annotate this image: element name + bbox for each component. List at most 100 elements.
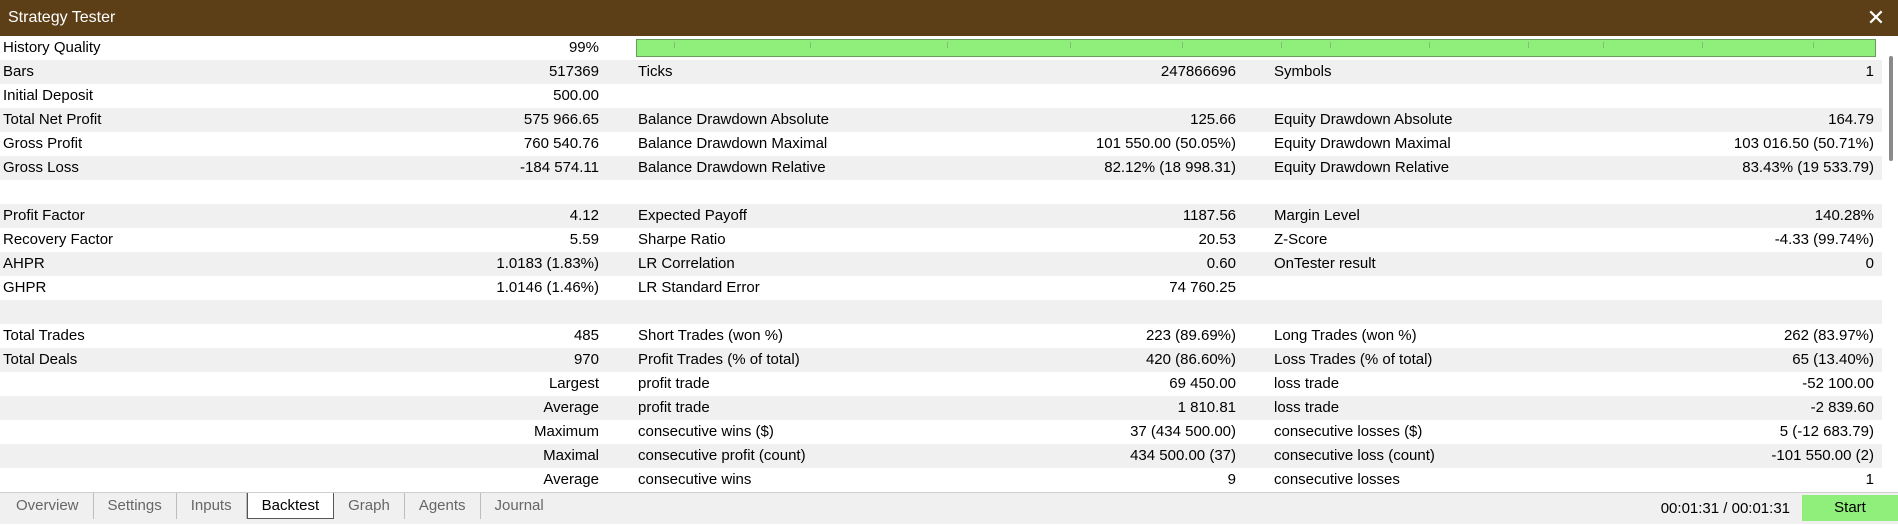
quality-tick xyxy=(1429,42,1431,48)
row-value: 575 966.65 xyxy=(523,111,599,128)
table-row: GHPR 1.0146 (1.46%) LR Standard Error 74 76… xyxy=(0,276,1882,300)
table-row: Gross Loss -184 574.11 Balance Drawdown Re… xyxy=(0,156,1882,180)
row-value: 140.28% xyxy=(1814,207,1874,224)
row-value: 37 (434 500.00) xyxy=(1130,423,1236,440)
row-label: LR Correlation xyxy=(638,255,735,272)
row-value: 223 (89.69%) xyxy=(1145,327,1236,344)
row-label: Total Trades xyxy=(3,327,85,344)
row-label: Profit Trades (% of total) xyxy=(638,351,800,368)
row-value: -52 100.00 xyxy=(1802,375,1874,392)
history-quality-row: History Quality 99% xyxy=(0,36,1882,60)
backtest-results: History Quality 99% Bars 517369 Ticks 24786… xyxy=(0,36,1882,492)
row-value: 69 450.00 xyxy=(1169,375,1236,392)
row-value: 0.60 xyxy=(1206,255,1236,272)
row-label: Loss Trades (% of total) xyxy=(1274,351,1433,368)
row-label: Long Trades (won %) xyxy=(1274,327,1417,344)
row-label: Balance Drawdown Maximal xyxy=(638,135,828,152)
table-row: Gross Profit 760 540.76 Balance Drawdown M… xyxy=(0,132,1882,156)
row-label: OnTester result xyxy=(1274,255,1376,272)
close-icon[interactable]: ✕ xyxy=(1864,6,1888,30)
table-row: Total Deals 970 Profit Trades (% of total)… xyxy=(0,348,1882,372)
row-value: 1 xyxy=(1865,471,1874,488)
row-label: loss trade xyxy=(1274,375,1340,392)
row-label: Gross Profit xyxy=(3,135,83,152)
row-value: -2 839.60 xyxy=(1810,399,1874,416)
tab-agents[interactable]: Agents xyxy=(405,493,481,519)
row-value: Maximal xyxy=(543,447,599,464)
row-label: consecutive wins xyxy=(638,471,752,488)
table-row: Largest profit trade 69 450.00 loss trade -5… xyxy=(0,372,1882,396)
row-value: Average xyxy=(543,399,599,416)
table-row xyxy=(0,300,1882,324)
quality-tick xyxy=(946,42,948,48)
quality-tick xyxy=(1701,42,1703,48)
row-label: Bars xyxy=(3,63,34,80)
tab-graph[interactable]: Graph xyxy=(334,493,405,519)
row-label: Ticks xyxy=(638,63,673,80)
table-row: AHPR 1.0183 (1.83%) LR Correlation 0.60 OnTe… xyxy=(0,252,1882,276)
table-row: Initial Deposit 500.00 xyxy=(0,84,1882,108)
row-label: Gross Loss xyxy=(3,159,79,176)
row-value: 164.79 xyxy=(1828,111,1874,128)
row-value: 5.59 xyxy=(569,231,599,248)
row-label: profit trade xyxy=(638,399,710,416)
quality-tick xyxy=(1813,42,1815,48)
row-label: Equity Drawdown Absolute xyxy=(1274,111,1453,128)
row-value: -184 574.11 xyxy=(520,159,599,176)
scrollbar-thumb[interactable] xyxy=(1889,56,1893,161)
row-label: consecutive wins ($) xyxy=(638,423,774,440)
row-value: Maximum xyxy=(533,423,599,440)
row-label: Equity Drawdown Maximal xyxy=(1274,135,1451,152)
table-row: Average profit trade 1 810.81 loss trade -2 … xyxy=(0,396,1882,420)
row-value: 82.12% (18 998.31) xyxy=(1104,159,1236,176)
tab-journal[interactable]: Journal xyxy=(481,493,558,519)
row-label: Sharpe Ratio xyxy=(638,231,726,248)
start-button[interactable]: Start xyxy=(1802,495,1898,521)
row-value: 485 xyxy=(573,327,599,344)
table-row xyxy=(0,180,1882,204)
row-label: Balance Drawdown Relative xyxy=(638,159,826,176)
row-value: 1.0146 (1.46%) xyxy=(496,279,599,296)
row-value: 9 xyxy=(1227,471,1236,488)
row-label: GHPR xyxy=(3,279,47,296)
table-row: Profit Factor 4.12 Expected Payoff 1187.56 M… xyxy=(0,204,1882,228)
row-label: Recovery Factor xyxy=(3,231,114,248)
row-value: 262 (83.97%) xyxy=(1783,327,1874,344)
row-value: -4.33 (99.74%) xyxy=(1774,231,1874,248)
row-label: Short Trades (won %) xyxy=(638,327,784,344)
tab-backtest[interactable]: Backtest xyxy=(246,493,335,519)
tab-overview[interactable]: Overview xyxy=(2,493,94,519)
table-row: Maximum consecutive wins ($) 37 (434 500.0… xyxy=(0,420,1882,444)
row-value: 5 (-12 683.79) xyxy=(1779,423,1874,440)
table-row: Total Net Profit 575 966.65 Balance Drawdo… xyxy=(0,108,1882,132)
row-label: Balance Drawdown Absolute xyxy=(638,111,829,128)
table-row: Total Trades 485 Short Trades (won %) 223 (… xyxy=(0,324,1882,348)
row-label: consecutive profit (count) xyxy=(638,447,806,464)
row-value: 4.12 xyxy=(569,207,599,224)
table-row: Recovery Factor 5.59 Sharpe Ratio 20.53 Z-Sc… xyxy=(0,228,1882,252)
row-value: 970 xyxy=(573,351,599,368)
row-value: 83.43% (19 533.79) xyxy=(1742,159,1874,176)
row-value: 500.00 xyxy=(553,87,599,104)
tab-inputs[interactable]: Inputs xyxy=(177,493,247,519)
row-label: Expected Payoff xyxy=(638,207,747,224)
table-row: Bars 517369 Ticks 247866696 Symbols 1 xyxy=(0,60,1882,84)
row-label: Total Deals xyxy=(3,351,78,368)
row-value: 760 540.76 xyxy=(523,135,599,152)
elapsed-timer: 00:01:31 / 00:01:31 xyxy=(1660,500,1790,517)
row-value: 1 xyxy=(1865,63,1874,80)
history-quality-label: History Quality xyxy=(3,39,101,56)
vertical-scrollbar[interactable] xyxy=(1884,36,1898,492)
row-label: loss trade xyxy=(1274,399,1340,416)
quality-tick xyxy=(1070,42,1072,48)
history-quality-value: 99% xyxy=(568,39,599,56)
row-value: Average xyxy=(543,471,599,488)
row-label: Total Net Profit xyxy=(3,111,102,128)
row-label: Equity Drawdown Relative xyxy=(1274,159,1450,176)
quality-tick xyxy=(810,42,812,48)
history-quality-bar-fill xyxy=(637,40,1863,56)
tab-settings[interactable]: Settings xyxy=(94,493,177,519)
table-row: Maximal consecutive profit (count) 434 500… xyxy=(0,444,1882,468)
window-title: Strategy Tester xyxy=(8,9,116,26)
row-value: 517369 xyxy=(548,63,599,80)
